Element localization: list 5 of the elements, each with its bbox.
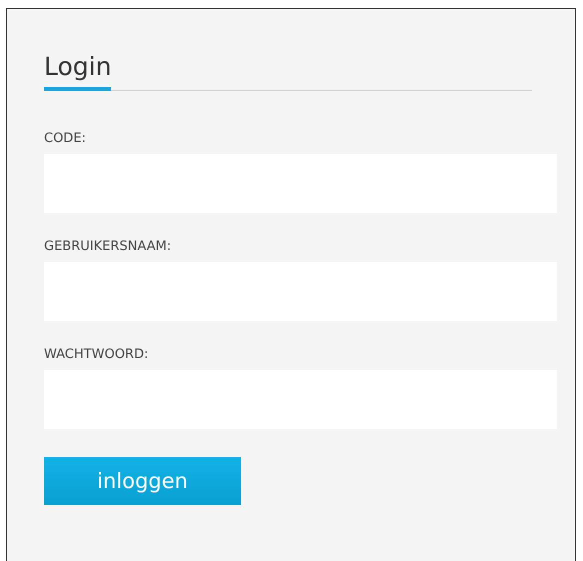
field-label: GEBRUIKERSNAAM: [44, 239, 172, 255]
field-label: CODE: [44, 131, 87, 147]
field-label: WACHTWOORD: [44, 347, 150, 363]
login-title: Login [44, 51, 112, 91]
login-button[interactable]: inloggen [44, 457, 241, 505]
